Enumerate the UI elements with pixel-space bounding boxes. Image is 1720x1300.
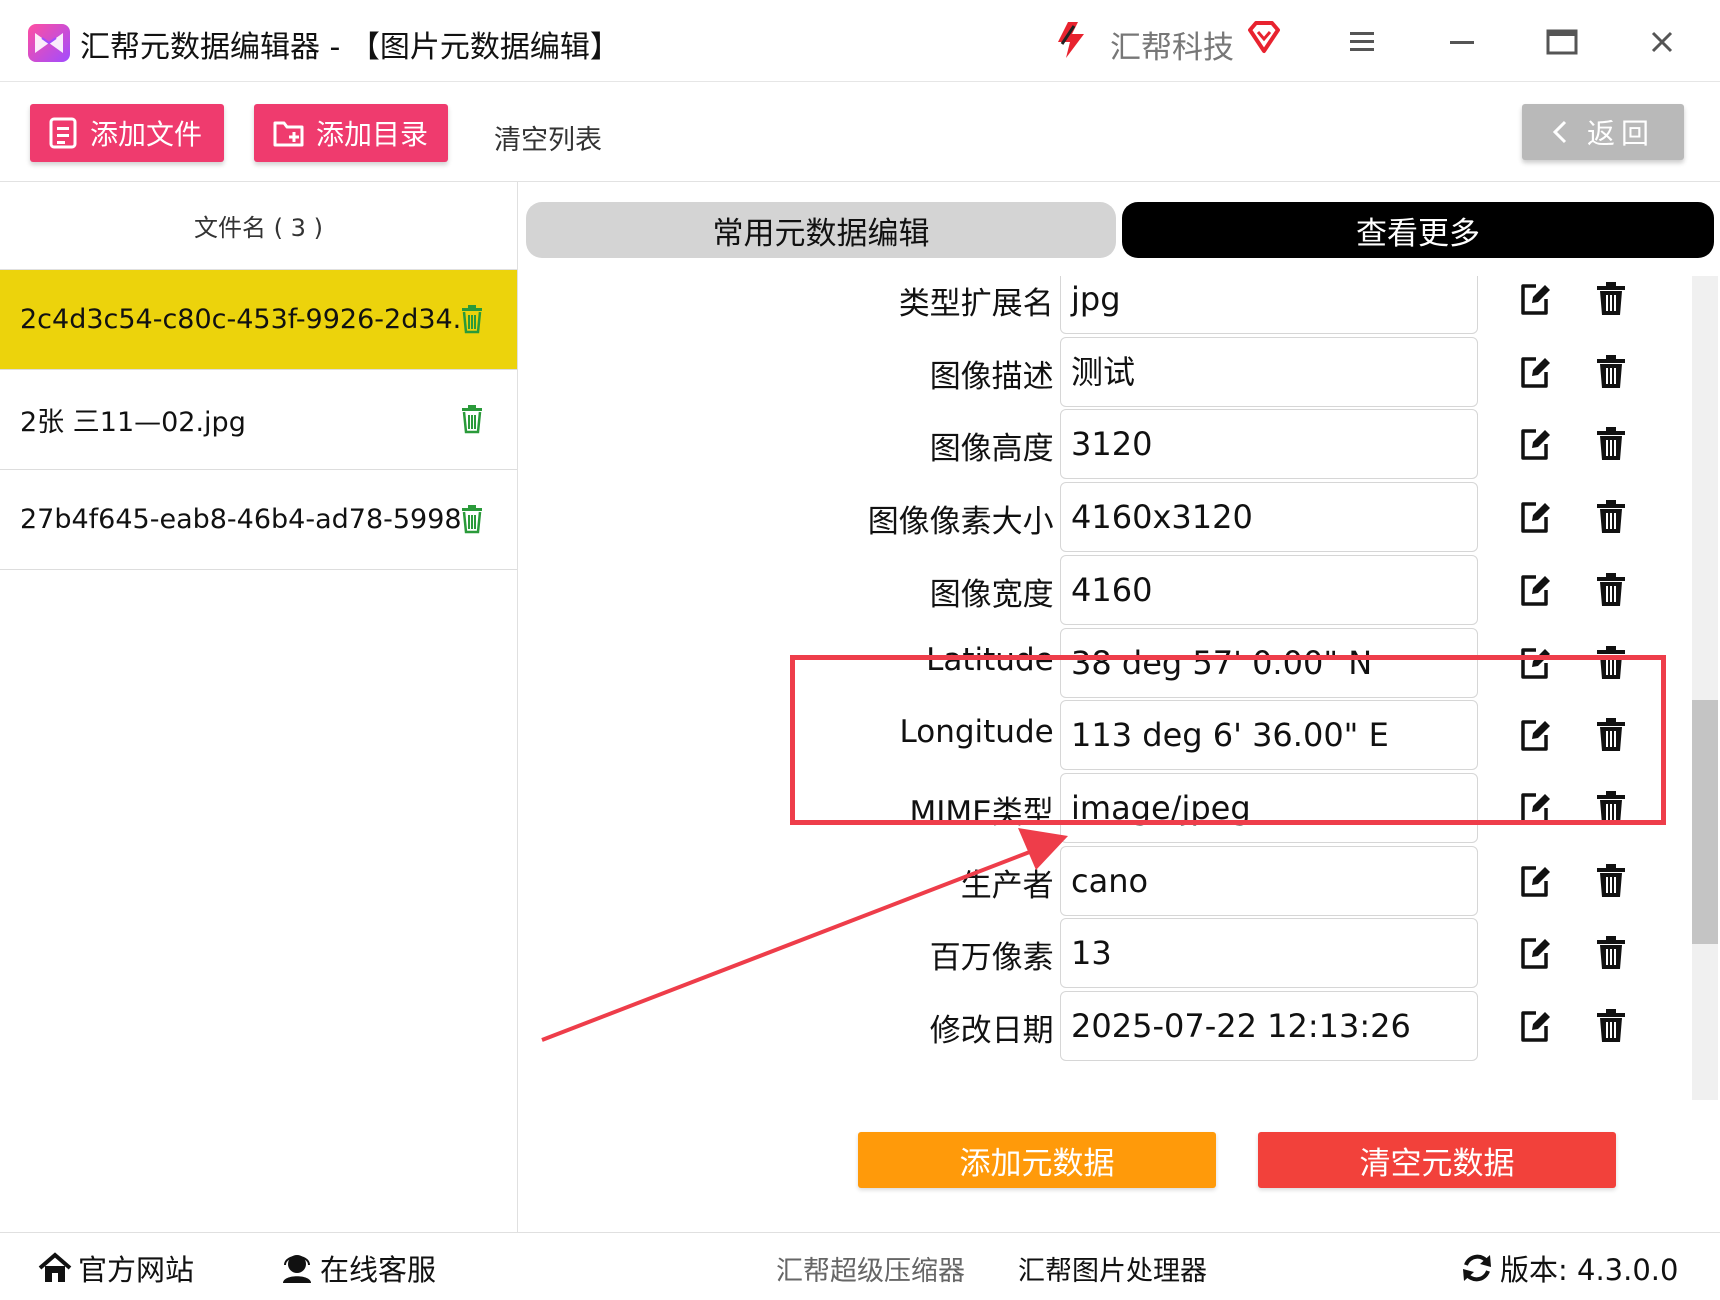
field-label: 百万像素 : — [929, 940, 1074, 977]
trash-icon[interactable] — [1596, 935, 1626, 971]
field-label: 图像像素大小 : — [867, 504, 1074, 541]
brand-logo-icon — [1056, 22, 1084, 58]
file-name: 2张 三11—02.jpg — [20, 407, 246, 438]
metadata-field-row: 生产者 : cano — [526, 845, 1686, 918]
metadata-field-row: 图像像素大小 :4160x3120 — [526, 482, 1686, 554]
trash-icon[interactable] — [1596, 863, 1626, 899]
field-value-input[interactable]: 4160x3120 — [1060, 482, 1478, 553]
file-list-icon — [49, 117, 77, 149]
clear-metadata-button[interactable]: 清空元数据 — [1258, 1132, 1616, 1188]
minimize-icon[interactable] — [1442, 22, 1482, 62]
compressor-link[interactable]: 汇帮超级压缩器 — [776, 1249, 965, 1288]
hamburger-menu-icon[interactable] — [1342, 22, 1382, 62]
back-button[interactable]: 返回 — [1522, 104, 1684, 160]
back-label: 返回 — [1586, 117, 1655, 150]
maximize-icon[interactable] — [1542, 22, 1582, 62]
chevron-left-icon — [1552, 120, 1567, 144]
trash-icon[interactable] — [1596, 354, 1626, 390]
vip-diamond-icon[interactable] — [1246, 20, 1282, 54]
window-title: 汇帮元数据编辑器 - 【图片元数据编辑】 — [80, 30, 620, 65]
headset-icon — [283, 1255, 311, 1283]
file-name: 2c4d3c54-c80c-453f-9926-2d34... — [20, 304, 460, 335]
edit-icon[interactable] — [1518, 499, 1552, 535]
image-processor-link[interactable]: 汇帮图片处理器 — [1018, 1249, 1207, 1288]
official-site-link[interactable]: 官方网站 — [38, 1247, 194, 1289]
file-list-item[interactable]: 2c4d3c54-c80c-453f-9926-2d34... — [0, 270, 517, 370]
metadata-field-row: 修改日期 :2025-07-22 12:13:26 — [526, 991, 1686, 1063]
tab-view-more[interactable]: 查看更多 — [1122, 202, 1714, 258]
tab-common-metadata[interactable]: 常用元数据编辑 — [526, 202, 1116, 258]
status-bar: 官方网站 在线客服 汇帮超级压缩器 汇帮图片处理器 版本: 4.3.0.0 — [0, 1232, 1720, 1300]
refresh-icon — [1463, 1254, 1491, 1282]
scrollbar-thumb[interactable] — [1692, 700, 1718, 944]
highlight-box — [790, 655, 1666, 825]
app-logo-icon — [28, 24, 70, 62]
trash-icon[interactable] — [1596, 572, 1626, 608]
file-name: 27b4f645-eab8-46b4-ad78-5998... — [20, 504, 460, 535]
edit-icon[interactable] — [1518, 1008, 1552, 1044]
title-bar: 汇帮元数据编辑器 - 【图片元数据编辑】 汇帮科技 — [0, 0, 1720, 82]
add-directory-label: 添加目录 — [316, 118, 429, 151]
field-label: 类型扩展名 : — [898, 286, 1074, 322]
metadata-field-row: 图像描述 : 测试 — [526, 336, 1686, 409]
close-icon[interactable] — [1642, 22, 1682, 62]
trash-icon[interactable] — [1596, 1008, 1626, 1044]
metadata-field-row: 类型扩展名 : jpg — [526, 276, 1686, 336]
scrollbar[interactable] — [1692, 276, 1718, 1100]
edit-icon[interactable] — [1518, 281, 1552, 317]
trash-icon[interactable] — [1596, 499, 1626, 535]
clear-list-button[interactable]: 清空列表 — [494, 118, 602, 157]
field-value-input[interactable]: cano — [1060, 845, 1478, 916]
field-label: 修改日期 : — [929, 1013, 1074, 1049]
field-value-input[interactable]: 2025-07-22 12:13:26 — [1060, 991, 1478, 1061]
add-directory-button[interactable]: 添加目录 — [254, 104, 448, 162]
metadata-field-row: 百万像素 :13 — [526, 918, 1686, 990]
trash-icon[interactable] — [1596, 281, 1626, 317]
trash-icon[interactable] — [1596, 426, 1626, 462]
trash-icon[interactable] — [460, 304, 484, 334]
folder-add-icon — [273, 121, 304, 147]
field-label: 图像高度 : — [929, 431, 1074, 468]
file-list-panel: 文件名 ( 3 ) 2c4d3c54-c80c-453f-9926-2d34..… — [0, 182, 518, 1232]
metadata-tabs: 常用元数据编辑 查看更多 — [526, 202, 1716, 258]
add-file-button[interactable]: 添加文件 — [30, 104, 224, 162]
field-value-input[interactable]: 3120 — [1060, 409, 1478, 480]
official-site-label: 官方网站 — [78, 1253, 195, 1287]
edit-icon[interactable] — [1518, 572, 1552, 608]
trash-icon[interactable] — [460, 504, 484, 534]
field-value-input[interactable]: 测试 — [1060, 336, 1478, 407]
edit-icon[interactable] — [1518, 863, 1552, 899]
field-label: 图像宽度 : — [929, 576, 1074, 613]
field-label: 生产者 : — [960, 867, 1074, 904]
trash-icon[interactable] — [460, 404, 484, 434]
home-icon — [38, 1252, 72, 1282]
file-list-header: 文件名 ( 3 ) — [0, 182, 517, 270]
version-info[interactable]: 版本: 4.3.0.0 — [1460, 1247, 1678, 1289]
metadata-field-row: 图像高度 :3120 — [526, 409, 1686, 481]
edit-icon[interactable] — [1518, 935, 1552, 971]
add-metadata-button[interactable]: 添加元数据 — [858, 1132, 1216, 1188]
file-list-item[interactable]: 27b4f645-eab8-46b4-ad78-5998... — [0, 470, 517, 570]
edit-icon[interactable] — [1518, 354, 1552, 390]
brand-name: 汇帮科技 — [1110, 30, 1234, 66]
field-value-input[interactable]: 4160 — [1060, 554, 1478, 625]
edit-icon[interactable] — [1518, 426, 1552, 462]
online-service-link[interactable]: 在线客服 — [280, 1247, 436, 1289]
online-service-label: 在线客服 — [320, 1253, 437, 1287]
field-value-input[interactable]: jpg — [1060, 276, 1478, 334]
metadata-field-row: 图像宽度 :4160 — [526, 554, 1686, 627]
version-label: 版本: 4.3.0.0 — [1500, 1253, 1679, 1287]
add-file-label: 添加文件 — [90, 118, 203, 151]
field-value-input[interactable]: 13 — [1060, 918, 1478, 989]
file-list-item[interactable]: 2张 三11—02.jpg — [0, 370, 517, 470]
toolbar: 添加文件 添加目录 清空列表 返回 — [0, 82, 1720, 182]
field-label: 图像描述 : — [929, 358, 1074, 395]
